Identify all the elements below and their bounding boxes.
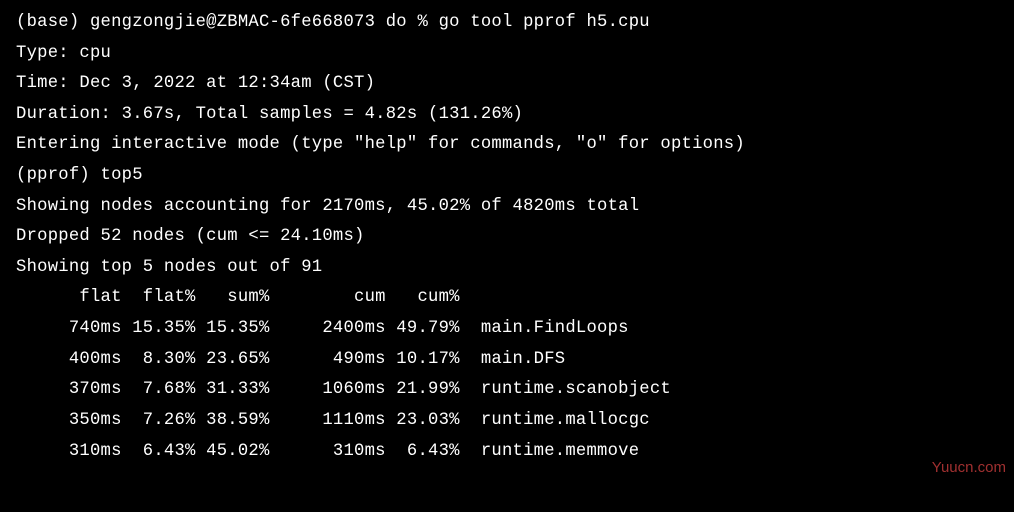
showing-summary-line: Showing nodes accounting for 2170ms, 45.… — [16, 192, 998, 223]
table-row: 310ms 6.43% 45.02% 310ms 6.43% runtime.m… — [16, 437, 998, 468]
table-row: 740ms 15.35% 15.35% 2400ms 49.79% main.F… — [16, 314, 998, 345]
type-line: Type: cpu — [16, 39, 998, 70]
dropped-line: Dropped 52 nodes (cum <= 24.10ms) — [16, 222, 998, 253]
table-header: flat flat% sum% cum cum% — [16, 283, 998, 314]
mode-line: Entering interactive mode (type "help" f… — [16, 130, 998, 161]
pprof-prompt-line[interactable]: (pprof) top5 — [16, 161, 998, 192]
top-count-line: Showing top 5 nodes out of 91 — [16, 253, 998, 284]
watermark-text: Yuucn.com — [932, 455, 1006, 482]
table-row: 350ms 7.26% 38.59% 1110ms 23.03% runtime… — [16, 406, 998, 437]
time-line: Time: Dec 3, 2022 at 12:34am (CST) — [16, 69, 998, 100]
table-row: 370ms 7.68% 31.33% 1060ms 21.99% runtime… — [16, 375, 998, 406]
table-row: 400ms 8.30% 23.65% 490ms 10.17% main.DFS — [16, 345, 998, 376]
shell-prompt-line[interactable]: (base) gengzongjie@ZBMAC-6fe668073 do % … — [16, 8, 998, 39]
duration-line: Duration: 3.67s, Total samples = 4.82s (… — [16, 100, 998, 131]
